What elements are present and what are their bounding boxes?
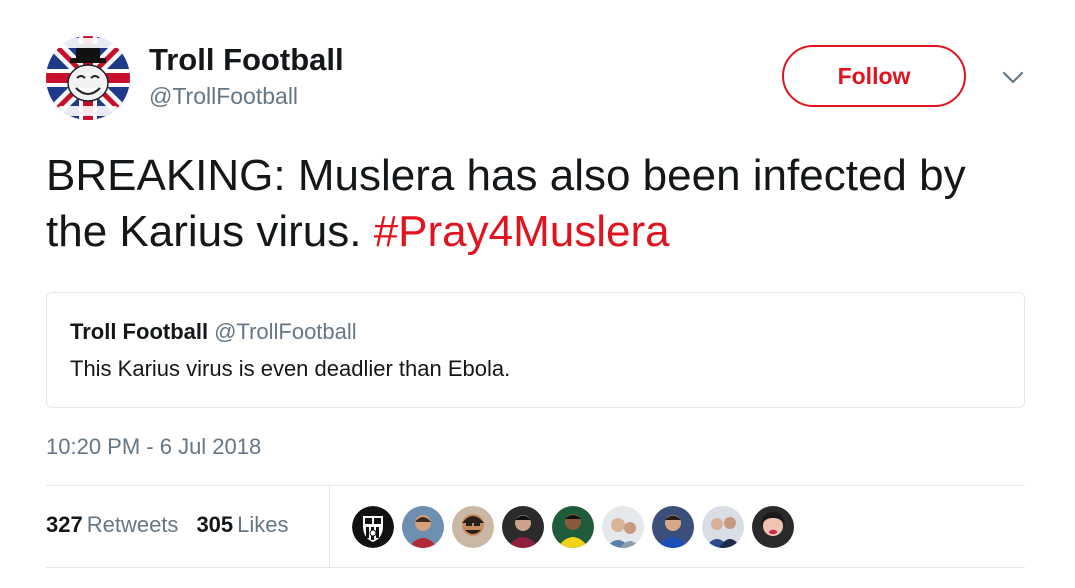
user-avatar-icon[interactable] [552, 506, 594, 548]
quoted-user-name: Troll Football [70, 319, 209, 344]
chevron-down-icon[interactable] [998, 65, 1028, 91]
quoted-tweet-header: Troll Football @TrollFootball [70, 319, 357, 345]
retweets-label: Retweets [86, 512, 179, 537]
user-avatar-icon[interactable] [602, 506, 644, 548]
hashtag-link[interactable]: #Pray4Muslera [374, 207, 670, 256]
user-avatar-icon[interactable] [752, 506, 794, 548]
likes-stat[interactable]: 305 Likes [196, 512, 288, 538]
quoted-tweet[interactable]: Troll Football @TrollFootball This Karius… [46, 292, 1025, 408]
user-avatar-icon[interactable] [402, 506, 444, 548]
user-avatar-icon[interactable] [452, 506, 494, 548]
quoted-user-handle: @TrollFootball [214, 319, 357, 344]
stats-divider-bottom [46, 567, 1025, 568]
user-name[interactable]: Troll Football [149, 42, 344, 78]
quoted-tweet-text: This Karius virus is even deadlier than … [70, 356, 511, 381]
tweet-timestamp[interactable]: 10:20 PM - 6 Jul 2018 [46, 434, 261, 460]
retweets-count: 327 [46, 512, 83, 537]
user-avatar-icon[interactable] [652, 506, 694, 548]
troll-face-union-jack-icon[interactable] [46, 36, 130, 120]
user-avatar-icon[interactable] [702, 506, 744, 548]
stats-divider-top [46, 485, 1025, 486]
tweet-stats: 327 Retweets 305 Likes [46, 512, 289, 538]
stats-divider-vertical [329, 486, 330, 567]
tweet-card: Troll Football @TrollFootball Follow BRE… [0, 0, 1075, 588]
user-handle[interactable]: @TrollFootball [149, 83, 298, 110]
likes-count: 305 [196, 512, 234, 537]
user-avatar-icon[interactable] [502, 506, 544, 548]
liker-avatars [352, 506, 794, 548]
likes-label: Likes [237, 512, 289, 537]
tweet-text: BREAKING: Muslera has also been infected… [46, 148, 1036, 260]
follow-button[interactable]: Follow [782, 45, 966, 107]
retweets-stat[interactable]: 327 Retweets [46, 512, 178, 538]
fc-barcelona-crest-icon[interactable] [352, 506, 394, 548]
